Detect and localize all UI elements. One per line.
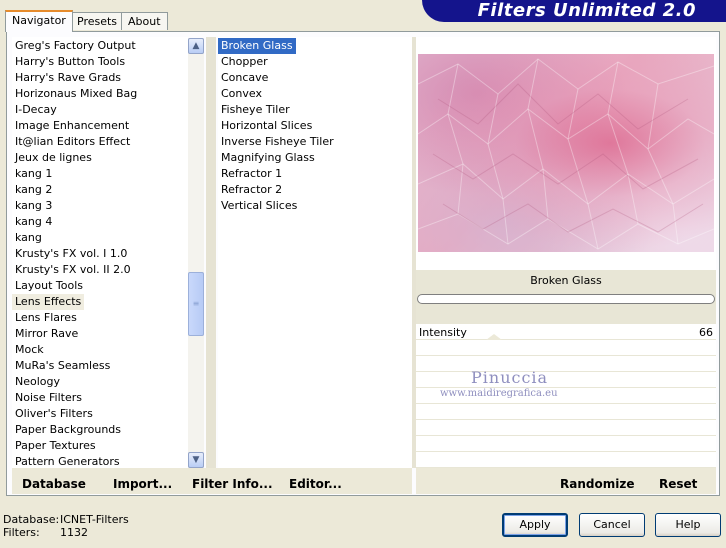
apply-button[interactable]: Apply: [502, 513, 568, 537]
progress-bar: [417, 294, 715, 304]
category-item[interactable]: kang 4: [12, 214, 55, 230]
filter-item[interactable]: Inverse Fisheye Tiler: [218, 134, 337, 150]
scroll-up-button[interactable]: ▲: [188, 38, 204, 54]
randomize-button[interactable]: Randomize: [560, 476, 634, 492]
param-row-empty: [416, 404, 716, 420]
category-list[interactable]: Greg's Factory Output Harry's Button Tool…: [12, 37, 188, 468]
filters-count: 1132: [60, 526, 88, 539]
filter-item[interactable]: Broken Glass: [218, 38, 296, 54]
category-item[interactable]: I-Decay: [12, 102, 60, 118]
filter-item[interactable]: Concave: [218, 70, 271, 86]
param-row-empty: [416, 356, 716, 372]
filter-item[interactable]: Chopper: [218, 54, 271, 70]
category-item[interactable]: It@lian Editors Effect: [12, 134, 133, 150]
filter-item[interactable]: Convex: [218, 86, 265, 102]
category-item[interactable]: Pattern Generators: [12, 454, 123, 468]
category-item[interactable]: Image Enhancement: [12, 118, 132, 134]
filter-item[interactable]: Horizontal Slices: [218, 118, 315, 134]
category-item[interactable]: MuRa's Seamless: [12, 358, 113, 374]
reset-button[interactable]: Reset: [659, 476, 697, 492]
import-button[interactable]: Import...: [113, 476, 172, 492]
tab-about[interactable]: About: [121, 12, 168, 30]
category-item[interactable]: Neology: [12, 374, 63, 390]
category-item[interactable]: kang 1: [12, 166, 55, 182]
watermark-name: Pinuccia: [471, 368, 549, 387]
category-item[interactable]: Jeux de lignes: [12, 150, 95, 166]
category-item[interactable]: Paper Textures: [12, 438, 99, 454]
category-item[interactable]: kang: [12, 230, 45, 246]
param-row-empty: [416, 340, 716, 356]
param-row-empty: [416, 420, 716, 436]
preview-image: [418, 54, 714, 252]
param-row-intensity[interactable]: Intensity 66: [416, 324, 716, 340]
tab-presets[interactable]: Presets: [70, 12, 125, 30]
database-label: Database:: [3, 513, 60, 526]
category-item[interactable]: Harry's Button Tools: [12, 54, 128, 70]
category-item[interactable]: Lens Effects: [12, 294, 85, 310]
list-divider: [206, 37, 216, 468]
watermark-url: www.maidiregrafica.eu: [440, 388, 558, 399]
param-row-empty: [416, 372, 716, 388]
cancel-button[interactable]: Cancel: [579, 513, 645, 537]
category-item[interactable]: Krusty's FX vol. II 2.0: [12, 262, 134, 278]
database-button[interactable]: Database: [22, 476, 86, 492]
category-item[interactable]: Paper Backgrounds: [12, 422, 124, 438]
editor-button[interactable]: Editor...: [289, 476, 342, 492]
filter-info-button[interactable]: Filter Info...: [192, 476, 273, 492]
category-scrollbar[interactable]: ▲ ≡ ▼: [188, 38, 204, 468]
category-item[interactable]: Horizonaus Mixed Bag: [12, 86, 140, 102]
filter-item[interactable]: Refractor 1: [218, 166, 285, 182]
help-button[interactable]: Help: [655, 513, 721, 537]
database-value: ICNET-Filters: [60, 513, 129, 526]
category-item[interactable]: Greg's Factory Output: [12, 38, 139, 54]
filters-label: Filters:: [3, 526, 40, 539]
category-item[interactable]: Krusty's FX vol. I 1.0: [12, 246, 130, 262]
param-value: 66: [699, 326, 713, 339]
param-row-empty: [416, 452, 716, 468]
category-item[interactable]: kang 3: [12, 198, 55, 214]
preview-filter-name: Broken Glass: [530, 274, 602, 287]
filter-item[interactable]: Vertical Slices: [218, 198, 300, 214]
param-label: Intensity: [419, 326, 467, 339]
category-item[interactable]: kang 2: [12, 182, 55, 198]
filter-item[interactable]: Magnifying Glass: [218, 150, 318, 166]
filter-item[interactable]: Refractor 2: [218, 182, 285, 198]
app-title-banner: Filters Unlimited 2.0: [422, 0, 726, 22]
scroll-thumb[interactable]: ≡: [188, 272, 204, 336]
category-item[interactable]: Noise Filters: [12, 390, 85, 406]
filter-item[interactable]: Fisheye Tiler: [218, 102, 293, 118]
category-item[interactable]: Mirror Rave: [12, 326, 81, 342]
param-row-empty: [416, 436, 716, 452]
scroll-down-button[interactable]: ▼: [188, 452, 204, 468]
category-item[interactable]: Oliver's Filters: [12, 406, 96, 422]
filter-list[interactable]: Broken Glass Chopper Concave Convex Fisheye …: [218, 37, 412, 468]
category-item[interactable]: Lens Flares: [12, 310, 80, 326]
tab-navigator[interactable]: Navigator: [5, 10, 73, 32]
category-item[interactable]: Harry's Rave Grads: [12, 70, 124, 86]
category-item[interactable]: Mock: [12, 342, 47, 358]
category-item[interactable]: Layout Tools: [12, 278, 86, 294]
